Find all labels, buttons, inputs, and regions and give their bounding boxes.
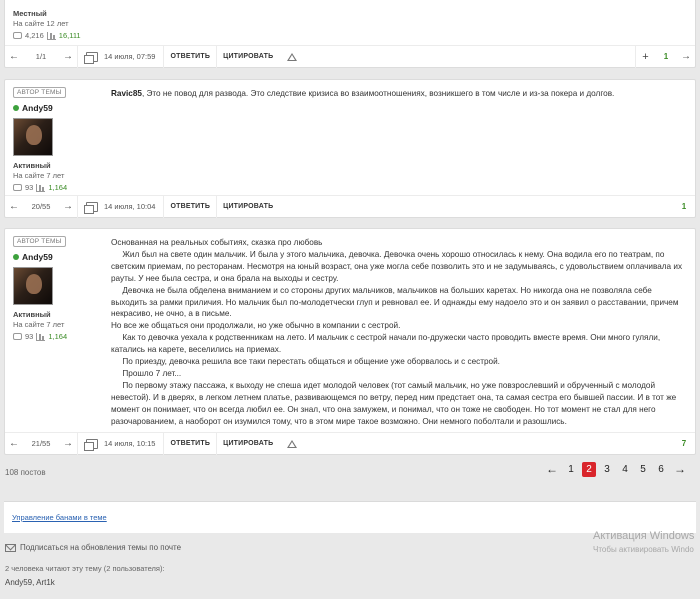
forum-post: АВТОР ТЕМЫ Andy59 Активный На сайте 7 ле… <box>4 79 696 218</box>
windows-activation-watermark: Активация Windows Чтобы активировать Win… <box>593 530 694 556</box>
post-footer: ← 1/1 → 14 июля, 07:59 ОТВЕТИТЬ ЦИТИРОВА… <box>5 45 695 68</box>
post-score: 7 <box>681 439 687 448</box>
post-score: 1 <box>663 52 669 61</box>
comment-icon <box>13 32 22 39</box>
user-stats: 93 1,164 <box>13 183 103 192</box>
copy-link-icon[interactable] <box>84 201 98 214</box>
reply-button[interactable]: ОТВЕТИТЬ <box>163 432 216 455</box>
page-link[interactable]: 4 <box>618 462 632 477</box>
next-page-button[interactable]: → <box>672 462 688 477</box>
comment-count: 93 <box>25 332 34 341</box>
post-score: 1 <box>681 202 687 211</box>
next-post-arrow-icon[interactable]: → <box>59 438 77 449</box>
reputation-icon <box>36 332 46 341</box>
user-stats: 4,216 16,111 <box>13 31 103 40</box>
reply-button[interactable]: ОТВЕТИТЬ <box>163 195 216 218</box>
user-since: На сайте 7 лет <box>13 171 65 180</box>
prev-post-arrow-icon[interactable]: ← <box>5 438 23 449</box>
author-name[interactable]: Andy59 <box>22 103 53 113</box>
online-status-icon <box>13 254 19 260</box>
topic-author-badge: АВТОР ТЕМЫ <box>13 87 66 98</box>
reputation-icon <box>46 31 56 40</box>
author-name-row[interactable]: Andy59 <box>13 103 103 113</box>
post-footer: ← 20/55 → 14 июля, 10:04 ОТВЕТИТЬ ЦИТИРО… <box>5 195 695 218</box>
reader-names: Andy59, Art1k <box>5 578 55 587</box>
report-warning-icon[interactable] <box>287 439 298 448</box>
prev-post-arrow-icon[interactable]: ← <box>5 201 23 212</box>
readers-count: 2 человека читают эту тему (2 пользовате… <box>5 564 165 573</box>
prev-page-button[interactable]: ← <box>544 462 560 477</box>
post-date: 14 июля, 07:59 <box>104 52 156 61</box>
manage-bans-link[interactable]: Управление банами в теме <box>12 513 107 522</box>
page-link[interactable]: 1 <box>564 462 578 477</box>
post-author-panel: АВТОР ТЕМЫ Andy59 Активный На сайте 7 ле… <box>13 86 103 192</box>
author-name-row[interactable]: Andy59 <box>13 252 103 262</box>
prev-post-arrow-icon[interactable]: ← <box>5 51 23 62</box>
topic-author-badge: АВТОР ТЕМЫ <box>13 236 66 247</box>
page-link[interactable]: 3 <box>600 462 614 477</box>
next-post-arrow-icon[interactable]: → <box>59 201 77 212</box>
envelope-icon <box>5 543 16 552</box>
copy-link-icon[interactable] <box>84 438 98 451</box>
user-since: На сайте 12 лет <box>13 19 69 28</box>
moderation-box: Управление банами в теме <box>4 501 696 533</box>
reply-button[interactable]: ОТВЕТИТЬ <box>163 45 216 68</box>
comment-count: 4,216 <box>25 31 44 40</box>
collapse-arrow-icon[interactable]: → <box>677 51 695 62</box>
quote-button[interactable]: ЦИТИРОВАТЬ <box>216 432 279 455</box>
subscribe-link[interactable]: Подписаться на обновления темы по почте <box>5 543 181 552</box>
avatar[interactable] <box>13 267 53 305</box>
post-position: 21/55 <box>31 439 51 448</box>
forum-post: АВТОР ТЕМЫ Andy59 Активный На сайте 7 ле… <box>4 228 696 455</box>
author-name[interactable]: Andy59 <box>22 252 53 262</box>
page-link[interactable]: 5 <box>636 462 650 477</box>
quoted-user-link[interactable]: Ravic85 <box>111 89 142 98</box>
post-position: 20/55 <box>31 202 51 211</box>
post-text: , Это не повод для развода. Это следстви… <box>141 89 615 98</box>
reputation-icon <box>36 183 46 192</box>
comment-icon <box>13 184 22 191</box>
next-post-arrow-icon[interactable]: → <box>59 51 77 62</box>
comment-count: 93 <box>25 183 34 192</box>
quote-button[interactable]: ЦИТИРОВАТЬ <box>216 45 279 68</box>
forum-post: Местный На сайте 12 лет 4,216 16,111 ← 1… <box>4 0 696 68</box>
pagination: ← 1 2 3 4 5 6 → <box>544 462 688 477</box>
page-link[interactable]: 6 <box>654 462 668 477</box>
reputation-count: 1,164 <box>48 183 68 192</box>
user-rank: Активный <box>13 161 51 170</box>
post-author-panel: Местный На сайте 12 лет 4,216 16,111 <box>13 4 103 40</box>
post-content: Основанная на реальных событиях, сказка … <box>111 237 687 428</box>
subscribe-label[interactable]: Подписаться на обновления темы по почте <box>20 543 181 552</box>
user-rank: Активный <box>13 310 51 319</box>
post-content: Ravic85, Это не повод для развода. Это с… <box>111 88 687 100</box>
reputation-count: 1,164 <box>48 332 68 341</box>
current-page[interactable]: 2 <box>582 462 596 477</box>
quote-button[interactable]: ЦИТИРОВАТЬ <box>216 195 279 218</box>
post-author-panel: АВТОР ТЕМЫ Andy59 Активный На сайте 7 ле… <box>13 235 103 341</box>
online-status-icon <box>13 105 19 111</box>
comment-icon <box>13 333 22 340</box>
copy-link-icon[interactable] <box>84 51 98 64</box>
post-date: 14 июля, 10:04 <box>104 202 156 211</box>
posts-count: 108 постов <box>5 467 46 477</box>
activation-title: Активация Windows <box>593 530 695 542</box>
activation-subtitle: Чтобы активировать Windo <box>593 545 694 554</box>
user-rank: Местный <box>13 9 47 18</box>
pagination-bar: 108 постов ← 1 2 3 4 5 6 → <box>0 462 700 482</box>
post-date: 14 июля, 10:15 <box>104 439 156 448</box>
post-footer: ← 21/55 → 14 июля, 10:15 ОТВЕТИТЬ ЦИТИРО… <box>5 432 695 455</box>
post-text: Основанная на реальных событиях, сказка … <box>111 238 683 426</box>
report-warning-icon[interactable] <box>287 52 298 61</box>
post-position: 1/1 <box>35 52 47 61</box>
user-stats: 93 1,164 <box>13 332 103 341</box>
avatar[interactable] <box>13 118 53 156</box>
user-since: На сайте 7 лет <box>13 320 65 329</box>
reputation-count: 16,111 <box>58 31 81 40</box>
upvote-button[interactable]: + <box>635 45 655 68</box>
